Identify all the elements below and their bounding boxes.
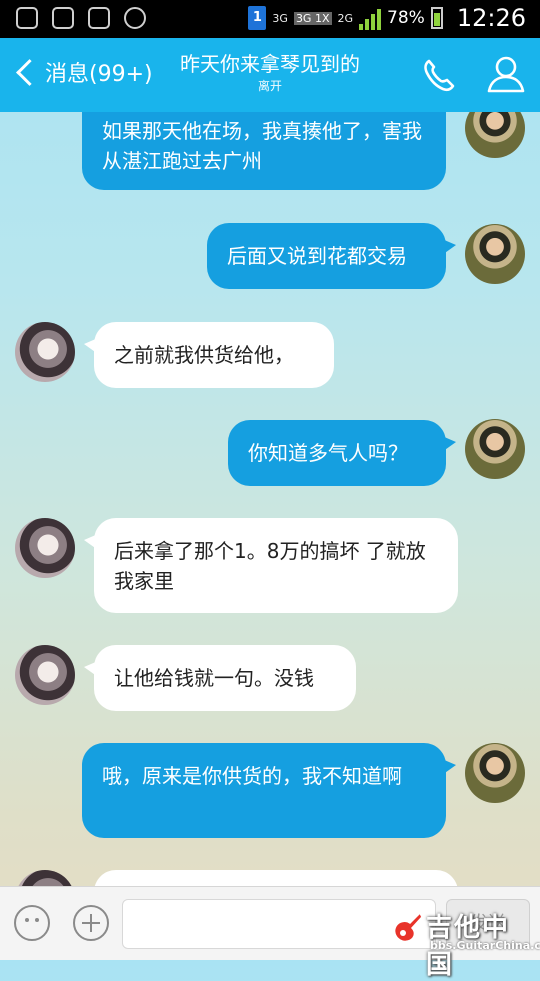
contact-avatar[interactable] [15,322,75,382]
watermark: 吉他中国 bbs.GuitarChina.com [390,905,540,980]
battery-percent: 78% [387,8,425,28]
security-icon [88,7,110,29]
my-avatar[interactable] [465,419,525,479]
message-bubble-incoming[interactable]: 之前就我供货给他， [84,322,334,388]
message-bubble-outgoing[interactable]: 哦，原来是你供货的，我不知道啊 [82,743,456,838]
message-bubble-incoming[interactable]: 让他给钱就一句。没钱 [84,645,356,711]
battery-icon [430,7,443,29]
notification-icons [16,7,146,29]
message-icon [16,7,38,29]
message-bubble-outgoing[interactable]: 如果那天他在场，我真揍他了，害我从湛江跑过去广州 [82,112,456,190]
my-avatar[interactable] [465,224,525,284]
clock: 12:26 [456,4,526,32]
back-button[interactable]: 消息(99+) [14,56,153,88]
message-bubble-outgoing[interactable]: 后面又说到花都交易 [207,223,456,289]
status-bar: 1 3G 3G 1X 2G 78% 12:26 [0,0,540,38]
network-3g-1x-label: 3G 1X [293,11,332,25]
emoji-button[interactable] [14,905,50,941]
message-bubble-incoming[interactable]: 后来拿了那个1。8万的搞坏 了就放我家里 [84,518,458,613]
contact-status: 离开 [257,79,282,93]
contact-avatar[interactable] [15,645,75,705]
guitar-logo-icon [393,911,423,943]
sim-icon: 1 [248,6,267,30]
chat-list[interactable]: 如果那天他在场，我真揍他了，害我从湛江跑过去广州 后面又说到花都交易 之前就我供… [0,112,540,886]
phone-icon[interactable] [420,56,458,94]
message-bubble-incoming[interactable] [94,870,458,886]
more-button[interactable] [73,905,109,941]
gallery-icon [52,7,74,29]
title-block: 昨天你来拿琴见到的 离开 [160,50,380,94]
chat-header: 消息(99+) 昨天你来拿琴见到的 离开 [0,38,540,112]
watermark-url: bbs.GuitarChina.com [430,939,540,952]
network-3g-label: 3G [272,11,288,25]
network-2g-label: 2G [337,11,354,25]
system-status: 1 3G 3G 1X 2G 78% 12:26 [248,4,526,32]
page-title: 昨天你来拿琴见到的 [180,52,360,76]
profile-icon[interactable] [486,54,526,94]
contact-avatar[interactable] [15,870,75,886]
signal-icon [359,6,382,30]
my-avatar[interactable] [465,743,525,803]
message-bubble-outgoing[interactable]: 你知道多气人吗？ [228,420,456,486]
app-icon [124,7,146,29]
message-input[interactable] [122,899,436,949]
chevron-left-icon [16,58,43,86]
my-avatar[interactable] [465,112,525,158]
back-label: 消息(99+) [45,62,153,87]
contact-avatar[interactable] [15,518,75,578]
